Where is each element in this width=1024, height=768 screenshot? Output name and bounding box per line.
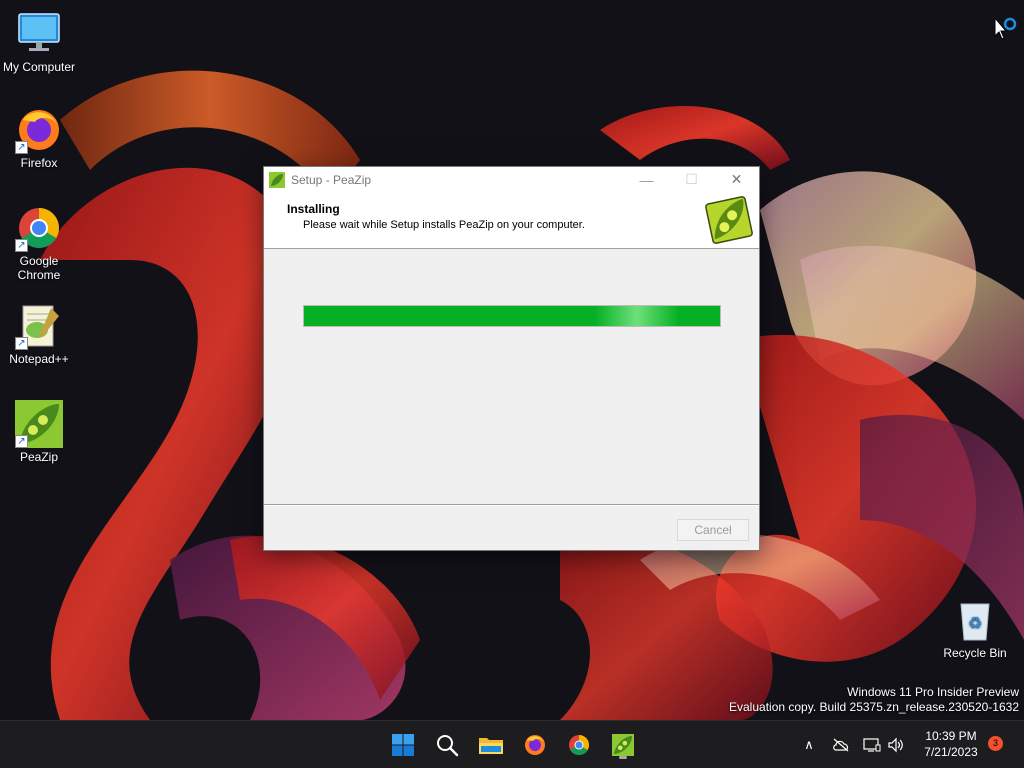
tray-display-icon[interactable] bbox=[860, 733, 884, 757]
desktop-icon-recycle-bin[interactable]: ♻ Recycle Bin bbox=[936, 596, 1014, 660]
peazip-icon bbox=[612, 734, 634, 756]
notepadpp-icon: ↗ bbox=[15, 302, 63, 350]
peazip-logo-icon bbox=[705, 196, 753, 244]
maximize-button: ☐ bbox=[685, 171, 698, 187]
search-icon bbox=[437, 735, 459, 757]
start-button[interactable] bbox=[387, 729, 419, 761]
speaker-icon bbox=[888, 737, 903, 753]
desktop-icon-notepadpp[interactable]: ↗ Notepad++ bbox=[0, 302, 78, 366]
folder-icon bbox=[479, 738, 503, 754]
busy-cursor-icon bbox=[994, 16, 1017, 40]
monitor-icon bbox=[863, 738, 881, 752]
close-button[interactable]: ✕ bbox=[714, 167, 759, 192]
dialog-title: Setup - PeaZip bbox=[291, 172, 372, 187]
cancel-button[interactable]: Cancel bbox=[677, 519, 749, 541]
desktop-icon-label: Notepad++ bbox=[9, 352, 69, 366]
tray-network-icon[interactable] bbox=[829, 733, 853, 757]
shortcut-arrow-icon: ↗ bbox=[15, 239, 28, 252]
firefox-icon: ↗ bbox=[15, 106, 63, 154]
desktop-icon-label: Recycle Bin bbox=[943, 646, 1007, 660]
desktop-icon-label: Firefox bbox=[20, 156, 58, 170]
install-progress-fill bbox=[304, 306, 720, 326]
page-subtitle: Please wait while Setup installs PeaZip … bbox=[303, 219, 585, 231]
taskbar-file-explorer[interactable] bbox=[475, 729, 507, 761]
shortcut-arrow-icon: ↗ bbox=[15, 141, 28, 154]
peazip-icon: ↗ bbox=[15, 400, 63, 448]
taskbar-chrome[interactable] bbox=[563, 729, 595, 761]
watermark-line-1: Windows 11 Pro Insider Preview bbox=[847, 685, 1019, 699]
chrome-icon bbox=[569, 735, 589, 755]
desktop-icon-firefox[interactable]: ↗ Firefox bbox=[0, 106, 78, 170]
tray-overflow-chevron[interactable]: ∧ bbox=[797, 733, 821, 757]
page-title: Installing bbox=[287, 202, 340, 216]
clock-date: 7/21/2023 bbox=[924, 745, 978, 759]
os-watermark: Windows 11 Pro Insider Preview Evaluatio… bbox=[729, 685, 1019, 715]
clock-time: 10:39 PM bbox=[925, 729, 977, 743]
tray-volume-icon[interactable] bbox=[884, 733, 908, 757]
desktop-icon-my-computer[interactable]: My Computer bbox=[0, 10, 78, 74]
install-progress-bar bbox=[303, 305, 721, 327]
minimize-button[interactable]: — bbox=[624, 167, 669, 192]
taskbar-clock[interactable]: 10:39 PM 7/21/2023 bbox=[908, 728, 994, 760]
taskbar-peazip[interactable] bbox=[607, 729, 639, 761]
cloud-offline-icon bbox=[833, 738, 849, 752]
taskbar-search-button[interactable] bbox=[431, 729, 463, 761]
running-indicator bbox=[619, 756, 627, 759]
chrome-icon: ↗ bbox=[15, 204, 63, 252]
windows-start-icon bbox=[392, 734, 414, 756]
desktop-icon-peazip[interactable]: ↗ PeaZip bbox=[0, 400, 78, 464]
recycle-bin-icon: ♻ bbox=[951, 596, 999, 644]
setup-dialog: Setup - PeaZip — ☐ ✕ Installing Please w… bbox=[263, 166, 760, 551]
desktop-icon-label: PeaZip bbox=[19, 450, 59, 464]
divider bbox=[264, 504, 759, 506]
shortcut-arrow-icon: ↗ bbox=[15, 435, 28, 448]
svg-text:♻: ♻ bbox=[968, 613, 982, 632]
taskbar-firefox[interactable] bbox=[519, 729, 551, 761]
shortcut-arrow-icon: ↗ bbox=[15, 337, 28, 350]
watermark-line-2: Evaluation copy. Build 25375.zn_release.… bbox=[729, 700, 1019, 714]
desktop-icon-label: My Computer bbox=[2, 60, 76, 74]
firefox-icon bbox=[525, 735, 545, 755]
dialog-header: Installing Please wait while Setup insta… bbox=[264, 192, 759, 249]
desktop-icon-chrome[interactable]: ↗ Google Chrome bbox=[0, 204, 78, 282]
dialog-titlebar[interactable]: Setup - PeaZip — ☐ ✕ bbox=[264, 167, 759, 192]
monitor-icon bbox=[15, 10, 63, 58]
desktop-icon-label: Google Chrome bbox=[17, 254, 61, 282]
notification-badge[interactable]: 3 bbox=[988, 736, 1003, 751]
peazip-icon bbox=[269, 171, 285, 188]
taskbar: ∧ bbox=[0, 720, 1024, 768]
